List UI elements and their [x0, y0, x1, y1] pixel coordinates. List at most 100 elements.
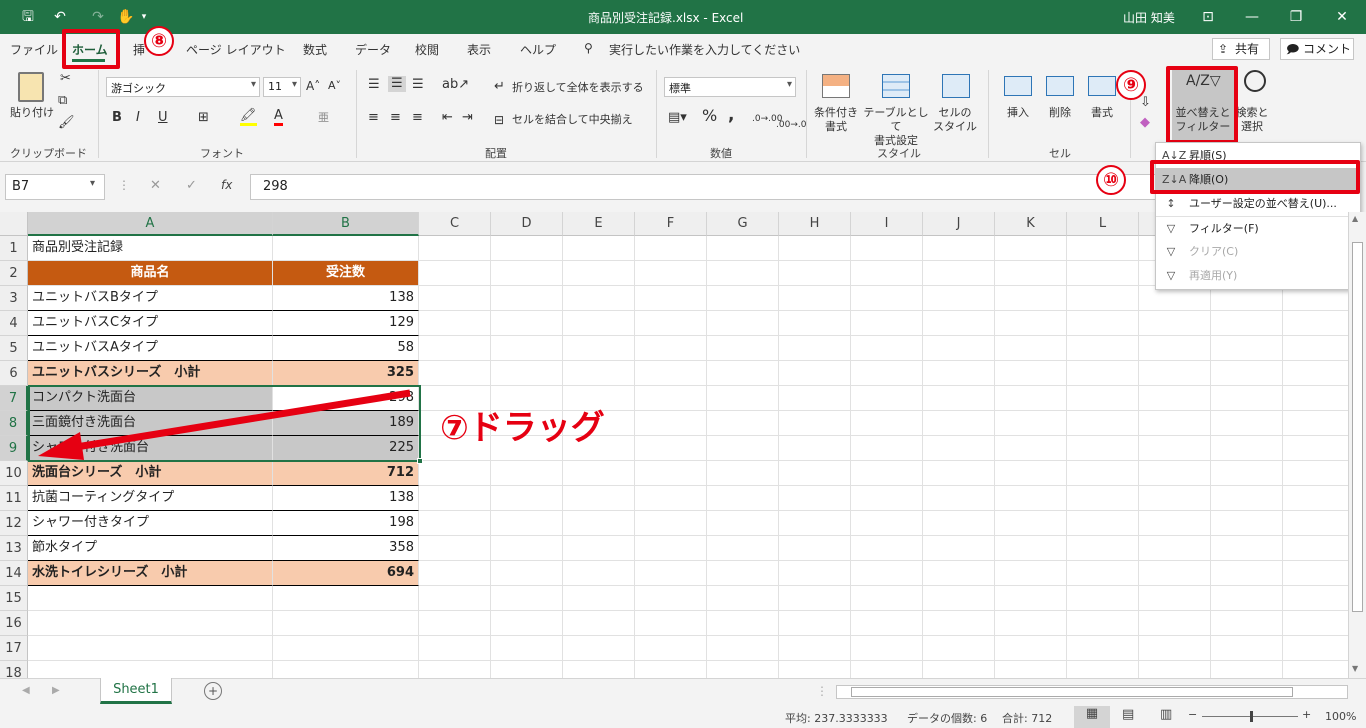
cell[interactable]	[851, 261, 923, 286]
cell[interactable]	[1067, 461, 1139, 486]
cell-B15[interactable]	[273, 586, 419, 611]
restore-icon[interactable]: ❐	[1286, 7, 1306, 27]
cell[interactable]	[563, 311, 635, 336]
cell[interactable]	[1067, 236, 1139, 261]
zoom-level[interactable]: 100%	[1325, 710, 1356, 723]
cell[interactable]	[923, 436, 995, 461]
cell[interactable]	[419, 561, 491, 586]
add-sheet-icon[interactable]: +	[204, 682, 222, 700]
cell[interactable]	[707, 436, 779, 461]
cell[interactable]	[707, 636, 779, 661]
cell[interactable]	[923, 536, 995, 561]
cell[interactable]	[1067, 436, 1139, 461]
cell[interactable]	[779, 261, 851, 286]
cell[interactable]	[779, 236, 851, 261]
cell[interactable]	[707, 236, 779, 261]
row-header-4[interactable]: 4	[0, 311, 28, 336]
cell[interactable]	[923, 411, 995, 436]
cell[interactable]	[1139, 536, 1211, 561]
cell[interactable]	[779, 336, 851, 361]
cell[interactable]	[419, 461, 491, 486]
cell[interactable]	[779, 661, 851, 678]
percent-button[interactable]: %	[702, 108, 717, 124]
column-header-F[interactable]: F	[635, 212, 707, 236]
font-grow-icon[interactable]: A˄	[306, 79, 320, 93]
column-header-E[interactable]: E	[563, 212, 635, 236]
cell[interactable]	[851, 336, 923, 361]
row-header-8[interactable]: 8	[0, 411, 28, 436]
cell[interactable]	[635, 336, 707, 361]
cell[interactable]	[851, 586, 923, 611]
cell[interactable]	[779, 636, 851, 661]
cell[interactable]	[707, 311, 779, 336]
cell[interactable]	[779, 611, 851, 636]
cell[interactable]	[779, 311, 851, 336]
indent-decrease-icon[interactable]: ⇤	[442, 111, 453, 125]
cell[interactable]	[635, 611, 707, 636]
cell[interactable]	[923, 611, 995, 636]
cell[interactable]	[563, 661, 635, 678]
cell[interactable]	[563, 511, 635, 536]
cell-B17[interactable]	[273, 636, 419, 661]
close-icon[interactable]: ✕	[1332, 7, 1352, 27]
qat-customize-icon[interactable]: ▾	[134, 7, 154, 27]
column-header-J[interactable]: J	[923, 212, 995, 236]
cell-B6[interactable]: 325	[273, 361, 419, 386]
cell[interactable]	[1211, 611, 1283, 636]
align-middle-icon[interactable]: ☰	[388, 76, 406, 92]
cell[interactable]	[1283, 586, 1348, 611]
search-icon[interactable]: ⚲	[584, 41, 593, 55]
cell[interactable]	[851, 236, 923, 261]
row-header-13[interactable]: 13	[0, 536, 28, 561]
cell[interactable]	[563, 286, 635, 311]
cell[interactable]	[563, 236, 635, 261]
cell[interactable]	[995, 511, 1067, 536]
paste-button[interactable]: 貼り付け	[6, 106, 58, 120]
cell[interactable]	[707, 361, 779, 386]
cell[interactable]	[851, 461, 923, 486]
cell[interactable]	[851, 536, 923, 561]
cell[interactable]	[635, 411, 707, 436]
cell[interactable]	[851, 436, 923, 461]
cell[interactable]	[851, 511, 923, 536]
cell[interactable]	[851, 311, 923, 336]
tab-file[interactable]: ファイル	[10, 41, 58, 58]
tab-splitter-icon[interactable]: ⋮	[816, 684, 828, 698]
cell[interactable]	[995, 561, 1067, 586]
cell-A4[interactable]: ユニットバスCタイプ	[28, 311, 273, 336]
row-header-2[interactable]: 2	[0, 261, 28, 286]
cell[interactable]	[923, 261, 995, 286]
copy-icon[interactable]: ⧉	[58, 94, 67, 108]
cell[interactable]	[419, 586, 491, 611]
cell[interactable]	[1139, 611, 1211, 636]
cell[interactable]	[995, 586, 1067, 611]
orientation-icon[interactable]: ab↗	[442, 78, 469, 92]
comma-button[interactable]: ,	[728, 107, 734, 124]
phonetic-icon[interactable]: 亜	[318, 111, 329, 125]
cell[interactable]	[1283, 461, 1348, 486]
cell-A18[interactable]	[28, 661, 273, 678]
cell[interactable]	[851, 486, 923, 511]
cell[interactable]	[995, 411, 1067, 436]
tell-me-input[interactable]: 実行したい作業を入力してください	[609, 41, 800, 58]
cell[interactable]	[851, 386, 923, 411]
cell[interactable]	[995, 386, 1067, 411]
cell[interactable]	[491, 661, 563, 678]
cell-A14[interactable]: 水洗トイレシリーズ 小計	[28, 561, 273, 586]
horizontal-scrollbar[interactable]	[836, 685, 1348, 699]
cell[interactable]	[563, 586, 635, 611]
align-right-icon[interactable]: ≡	[412, 111, 423, 125]
format-cells-button[interactable]: 書式	[1088, 106, 1116, 120]
cell[interactable]	[1139, 511, 1211, 536]
fill-color-icon[interactable]: 🖍	[240, 109, 257, 126]
cell[interactable]	[923, 636, 995, 661]
cell[interactable]	[707, 536, 779, 561]
cell[interactable]	[635, 561, 707, 586]
cell[interactable]	[1139, 636, 1211, 661]
cell[interactable]	[1139, 411, 1211, 436]
name-box-dropdown-icon[interactable]: ▾	[90, 178, 95, 189]
cell[interactable]	[1139, 361, 1211, 386]
cell[interactable]	[1067, 261, 1139, 286]
column-header-D[interactable]: D	[491, 212, 563, 236]
cell[interactable]	[1283, 636, 1348, 661]
